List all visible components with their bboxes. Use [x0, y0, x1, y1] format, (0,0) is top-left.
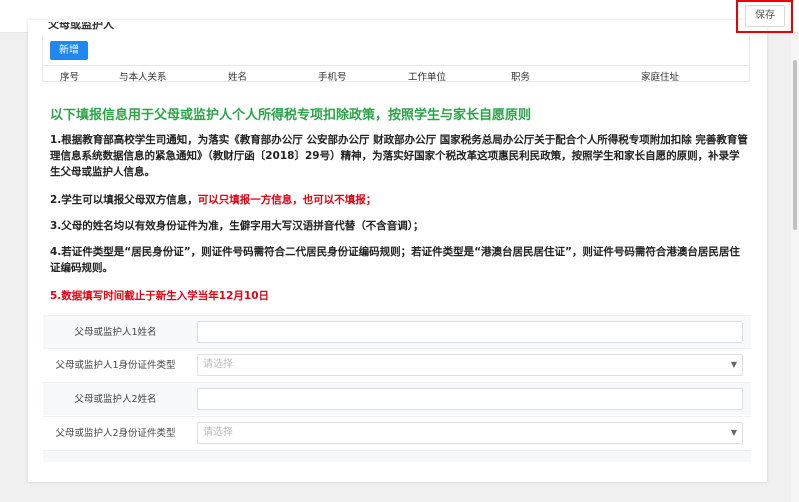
column-header-relation: 与本人关系 [119, 72, 167, 83]
guardian2-id-type-label: 父母或监护人2身份证件类型 [55, 428, 176, 439]
guardian2-id-type-select[interactable]: 请选择 ▼ [197, 422, 743, 444]
notice-paragraph-4: 4.若证件类型是“居民身份证”，则证件号码需符合二代居民身份证编码规则；若证件类… [50, 246, 740, 274]
column-header-index: 序号 [60, 72, 80, 83]
form-footer [43, 450, 751, 462]
notice-paragraph-3: 3.父母的姓名均以有效身份证件为准，生僻字用大写汉语拼音代替（不含音调）； [50, 220, 424, 232]
column-header-name: 姓名 [228, 72, 248, 83]
guardian2-id-type-placeholder: 请选择 [203, 427, 233, 438]
notice-paragraph-1: 1.根据教育部高校学生司通知，为落实《教育部办公厅 公安部办公厅 财政部办公厅 … [50, 134, 748, 178]
form-row-guardian2-id-type: 父母或监护人2身份证件类型 请选择 ▼ [43, 416, 751, 449]
form-row-guardian2-name: 父母或监护人2姓名 [43, 382, 751, 415]
notice-paragraph-2-text: 2.学生可以填报父母双方信息， [50, 194, 198, 206]
guardian2-name-label: 父母或监护人2姓名 [74, 394, 157, 405]
guardian1-name-label: 父母或监护人1姓名 [74, 327, 157, 338]
guardian-table-header: 序号 与本人关系 姓名 手机号 工作单位 职务 家庭住址 [43, 65, 749, 83]
add-guardian-button[interactable]: 新增 [50, 41, 88, 60]
guardian1-id-type-label: 父母或监护人1身份证件类型 [55, 360, 176, 371]
notice-paragraph-2: 2.学生可以填报父母双方信息，可以只填报一方信息，也可以不填报； [50, 192, 750, 208]
column-header-position: 职务 [511, 72, 531, 83]
dropdown-arrow-icon: ▼ [730, 428, 737, 437]
save-button[interactable]: 保存 [745, 5, 785, 27]
scrollbar-thumb[interactable] [793, 60, 797, 230]
dropdown-arrow-icon: ▼ [730, 360, 737, 369]
guardian-table-title: 父母或监护人 [48, 22, 114, 31]
notice-paragraph-5: 5.数据填写时间截止于新生入学当年12月10日 [50, 290, 270, 302]
form-row-guardian1-id-type: 父母或监护人1身份证件类型 请选择 ▼ [43, 348, 751, 381]
column-header-phone: 手机号 [318, 72, 347, 83]
form-row-guardian1-name: 父母或监护人1姓名 [43, 315, 751, 348]
notice-paragraph-2-warning: 可以只填报一方信息，也可以不填报； [197, 194, 377, 206]
column-header-employer: 工作单位 [408, 72, 447, 83]
column-header-address: 家庭住址 [641, 72, 680, 83]
guardian2-name-input[interactable] [197, 388, 743, 410]
notice-title: 以下填报信息用于父母或监护人个人所得税专项扣除政策，按照学生与家长自愿原则 [50, 108, 532, 123]
guardian1-name-input[interactable] [197, 321, 743, 343]
guardian1-id-type-select[interactable]: 请选择 ▼ [197, 354, 743, 376]
guardian1-id-type-placeholder: 请选择 [203, 359, 233, 370]
